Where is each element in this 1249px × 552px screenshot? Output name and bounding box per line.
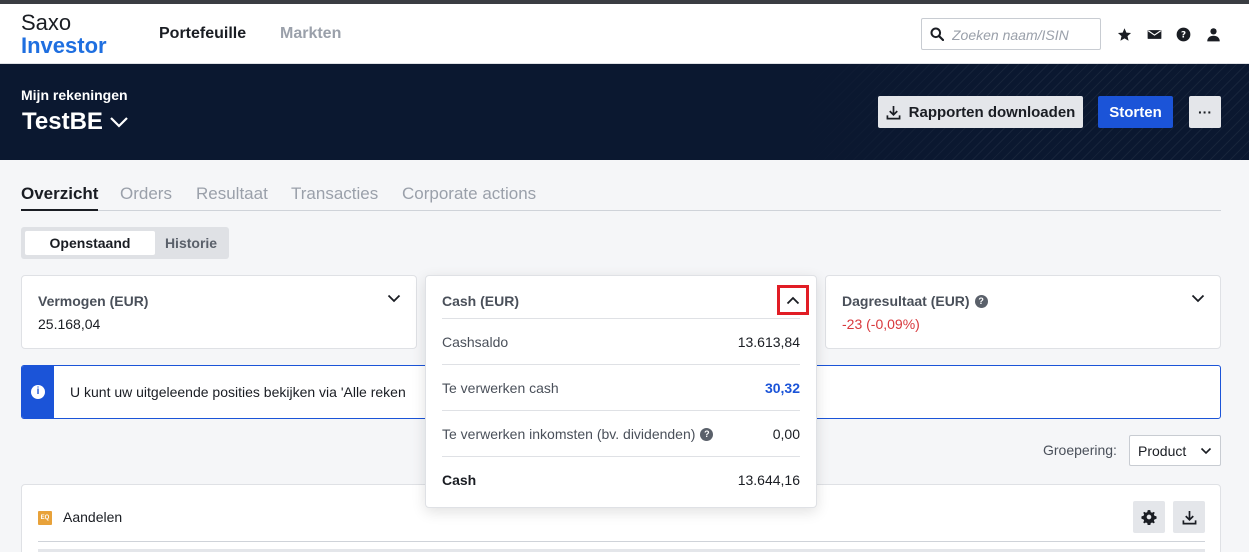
account-selector[interactable]: TestBE	[22, 108, 129, 136]
section-divider	[38, 541, 1205, 542]
download-reports-label: Rapporten downloaden	[908, 103, 1076, 121]
cash-total-value: 13.644,16	[737, 472, 800, 488]
info-banner-stripe: i	[22, 366, 54, 418]
collapse-cash-button[interactable]	[777, 285, 809, 315]
day-result-card[interactable]: Dagresultaat (EUR) ? -23 (-0,09%)	[825, 275, 1221, 349]
saxo-investor-logo[interactable]: Saxo Investor	[21, 12, 107, 57]
account-tabs: Overzicht Orders Resultaat Transacties C…	[21, 184, 1221, 211]
position-status-toggle: Openstaand Historie	[21, 227, 229, 259]
tab-overzicht[interactable]: Overzicht	[21, 184, 99, 211]
top-navigation-bar: Saxo Investor Portefeuille Markten ?	[0, 4, 1249, 64]
grouping-select-value: Product	[1138, 442, 1187, 459]
day-result-title-text: Dagresultaat (EUR)	[842, 293, 970, 309]
chevron-down-icon	[110, 117, 128, 128]
equity-card-title: Vermogen (EUR)	[38, 293, 149, 309]
nav-portefeuille[interactable]: Portefeuille	[159, 25, 246, 43]
cash-balance-row: Cashsaldo 13.613,84	[442, 318, 800, 364]
banner-gradient	[0, 64, 1000, 160]
segment-historie[interactable]: Historie	[157, 231, 225, 255]
segment-openstaand[interactable]: Openstaand	[25, 231, 155, 255]
day-result-value: -23 (-0,09%)	[842, 316, 920, 332]
download-icon	[886, 105, 901, 119]
pending-cash-row: Te verwerken cash 30,32	[442, 364, 800, 410]
help-icon[interactable]: ?	[700, 427, 714, 441]
info-icon: i	[31, 385, 45, 399]
tab-transacties[interactable]: Transacties	[291, 184, 378, 211]
cash-total-label: Cash	[442, 472, 477, 488]
accounts-label: Mijn rekeningen	[21, 87, 128, 103]
equity-badge: EQ	[38, 511, 52, 525]
tab-corporate-actions[interactable]: Corporate actions	[402, 184, 536, 211]
logo-line-2: Investor	[21, 33, 107, 58]
grouping-label: Groepering:	[1043, 442, 1117, 458]
day-result-card-title: Dagresultaat (EUR) ?	[842, 293, 988, 309]
cash-balance-label: Cashsaldo	[442, 334, 509, 350]
nav-markten[interactable]: Markten	[280, 25, 341, 43]
chevron-up-icon	[786, 296, 800, 304]
export-button[interactable]	[1173, 501, 1205, 533]
help-icon[interactable]: ?	[1176, 27, 1192, 43]
pending-income-label: Te verwerken inkomsten (bv. dividenden) …	[442, 426, 714, 442]
pending-cash-link[interactable]: 30,32	[765, 380, 800, 396]
help-icon[interactable]: ?	[974, 294, 988, 308]
deposit-button[interactable]: Storten	[1098, 96, 1173, 128]
chevron-down-icon	[1200, 447, 1212, 455]
equity-card[interactable]: Vermogen (EUR) 25.168,04	[21, 275, 417, 349]
cash-card-title: Cash (EUR)	[442, 293, 520, 309]
star-icon[interactable]	[1117, 27, 1133, 43]
cash-total-row: Cash 13.644,16	[442, 456, 800, 502]
pending-income-label-text: Te verwerken inkomsten (bv. dividenden)	[442, 426, 696, 442]
tab-resultaat[interactable]: Resultaat	[196, 184, 268, 211]
mail-icon[interactable]	[1147, 27, 1163, 43]
account-name: TestBE	[22, 108, 103, 135]
tab-orders[interactable]: Orders	[120, 184, 172, 211]
search-input[interactable]	[952, 24, 1097, 46]
equities-section-title: Aandelen	[63, 509, 123, 525]
svg-text:?: ?	[1181, 31, 1186, 41]
chevron-down-icon[interactable]	[1191, 294, 1205, 303]
more-options-button[interactable]: ···	[1189, 96, 1221, 128]
gear-icon	[1141, 510, 1157, 525]
download-reports-button[interactable]: Rapporten downloaden	[878, 96, 1083, 128]
user-icon[interactable]	[1206, 27, 1222, 43]
equity-card-value: 25.168,04	[38, 316, 101, 332]
pending-cash-label: Te verwerken cash	[442, 380, 559, 396]
info-banner-text: U kunt uw uitgeleende posities bekijken …	[70, 384, 406, 400]
pending-income-value: 0,00	[772, 426, 800, 442]
pending-income-row: Te verwerken inkomsten (bv. dividenden) …	[442, 410, 800, 456]
search-icon	[930, 27, 944, 41]
chevron-down-icon[interactable]	[387, 294, 401, 303]
cash-balance-value: 13.613,84	[737, 334, 800, 350]
grouping-select[interactable]: Product	[1129, 435, 1221, 466]
cash-card-expanded: Cash (EUR) Cashsaldo 13.613,84 Te verwer…	[425, 275, 817, 508]
search-box[interactable]	[921, 18, 1101, 50]
settings-button[interactable]	[1133, 501, 1165, 533]
logo-line-1: Saxo	[21, 10, 72, 35]
download-icon	[1182, 510, 1196, 524]
